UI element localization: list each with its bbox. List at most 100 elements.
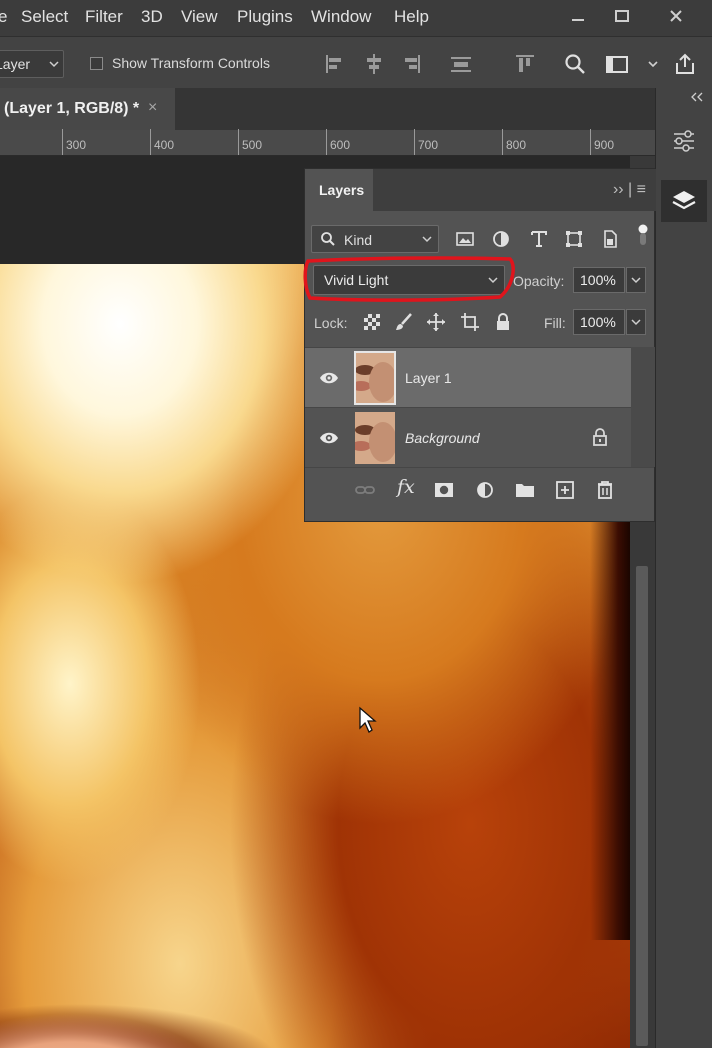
auto-select-label: Layer — [0, 56, 31, 72]
document-tab-label: (Layer 1, RGB/8) * — [4, 100, 140, 117]
show-transform-checkbox[interactable] — [90, 57, 103, 70]
fill-dropdown-button[interactable] — [626, 309, 646, 335]
trash-icon[interactable] — [593, 478, 617, 502]
menu-plugins[interactable]: Plugins — [237, 7, 293, 27]
menu-edit[interactable]: e — [0, 7, 7, 27]
share-icon[interactable] — [672, 51, 698, 77]
layer-row-background[interactable]: Background — [305, 407, 631, 467]
photo-shadow-edge — [590, 456, 630, 940]
mouse-pointer-icon — [359, 706, 377, 733]
search-icon — [321, 232, 335, 246]
layer-name[interactable]: Layer 1 — [405, 370, 452, 386]
menu-window[interactable]: Window — [311, 7, 371, 27]
opacity-dropdown-button[interactable] — [626, 267, 646, 293]
ruler-tick — [590, 129, 591, 155]
distribute-icon[interactable] — [448, 51, 474, 77]
menu-select[interactable]: Select — [21, 7, 68, 27]
sliders-icon — [674, 130, 694, 152]
lock-artboard-icon[interactable] — [459, 311, 481, 333]
menu-help[interactable]: Help — [394, 7, 429, 27]
eye-icon[interactable] — [319, 430, 339, 446]
smart-object-filter-icon[interactable] — [598, 227, 622, 251]
layer-name[interactable]: Background — [405, 430, 480, 446]
search-icon[interactable] — [562, 51, 588, 77]
layer-thumbnail — [355, 412, 395, 464]
ruler-label: 900 — [594, 138, 615, 152]
lock-icon — [593, 428, 607, 446]
document-tab[interactable]: (Layer 1, RGB/8) * × — [0, 88, 175, 130]
chevron-down-icon — [422, 236, 432, 243]
link-icon[interactable] — [353, 478, 377, 502]
menu-filter[interactable]: Filter — [85, 7, 123, 27]
menu-view[interactable]: View — [181, 7, 218, 27]
adjustment-icon[interactable] — [473, 478, 497, 502]
options-bar: Layer Show Transform Controls — [0, 36, 712, 88]
opacity-input[interactable]: 100% — [573, 267, 625, 293]
type-filter-icon[interactable] — [527, 227, 551, 251]
ruler-tick — [62, 129, 63, 155]
collapse-icon[interactable] — [690, 92, 704, 102]
layers-panel-header: Layers ›› | ≡ — [305, 169, 656, 211]
layers-panel-button[interactable] — [661, 180, 707, 222]
ruler-label: 300 — [66, 138, 87, 152]
show-transform-label: Show Transform Controls — [112, 55, 270, 71]
layer-thumbnail — [354, 351, 396, 405]
panel-menu-icon[interactable]: ›› | ≡ — [613, 181, 646, 199]
new-layer-icon[interactable] — [553, 478, 577, 502]
chevron-down-icon[interactable] — [640, 51, 666, 77]
align-top-icon[interactable] — [512, 51, 538, 77]
maximize-icon[interactable] — [600, 2, 644, 30]
eye-icon[interactable] — [319, 370, 339, 386]
highlight-annotation — [303, 256, 515, 302]
mask-icon[interactable] — [432, 478, 456, 502]
auto-select-dropdown[interactable]: Layer — [0, 50, 64, 78]
layer-row-layer-1[interactable]: Layer 1 — [305, 347, 631, 407]
layers-tab-label: Layers — [319, 182, 365, 198]
workspace-icon[interactable] — [604, 51, 630, 77]
layers-tab[interactable]: Layers — [305, 169, 373, 211]
align-center-icon[interactable] — [361, 51, 387, 77]
shape-filter-icon[interactable] — [562, 227, 586, 251]
ruler-label: 500 — [242, 138, 263, 152]
layers-scrollbar[interactable] — [631, 347, 655, 467]
ruler-tick — [150, 129, 151, 155]
ruler-label: 700 — [418, 138, 439, 152]
right-panel-strip — [655, 88, 712, 1048]
layers-icon — [672, 191, 696, 210]
ruler-tick — [414, 129, 415, 155]
pixel-filter-icon[interactable] — [453, 227, 477, 251]
opacity-label: Opacity: — [513, 273, 565, 289]
align-right-icon[interactable] — [398, 51, 424, 77]
horizontal-ruler: 300 400 500 600 700 800 900 — [0, 129, 655, 156]
fx-icon[interactable]: fx — [397, 476, 421, 500]
ruler-label: 400 — [154, 138, 175, 152]
menu-3d[interactable]: 3D — [141, 7, 163, 27]
close-tab-icon[interactable]: × — [148, 99, 157, 117]
lock-all-icon[interactable] — [492, 311, 514, 333]
fill-label: Fill: — [544, 315, 566, 331]
filter-kind-dropdown[interactable]: Kind — [311, 225, 439, 253]
minimize-icon[interactable] — [556, 2, 600, 30]
document-tab-bar: (Layer 1, RGB/8) * × — [0, 88, 655, 130]
close-icon[interactable] — [654, 2, 698, 30]
lock-label: Lock: — [314, 315, 348, 331]
layers-panel-footer: fx — [305, 467, 654, 511]
lock-transparent-icon[interactable] — [361, 311, 383, 333]
scroll-thumb[interactable] — [636, 566, 648, 1046]
ruler-label: 800 — [506, 138, 527, 152]
folder-icon[interactable] — [513, 478, 537, 502]
adjustment-filter-icon[interactable] — [489, 227, 513, 251]
lock-brush-icon[interactable] — [393, 311, 415, 333]
align-left-icon[interactable] — [322, 51, 348, 77]
menu-bar: e Select Filter 3D View Plugins Window H… — [0, 0, 712, 36]
chevron-down-icon — [631, 277, 641, 284]
adjustments-panel-button[interactable] — [661, 120, 707, 162]
ruler-tick — [502, 129, 503, 155]
layers-panel: Layers ›› | ≡ Kind Vivid Light Opacity: … — [304, 168, 656, 522]
chevron-down-icon — [631, 319, 641, 326]
ruler-tick — [326, 129, 327, 155]
fill-input[interactable]: 100% — [573, 309, 625, 335]
ruler-label: 600 — [330, 138, 351, 152]
lock-move-icon[interactable] — [425, 311, 447, 333]
filter-toggle-icon[interactable] — [631, 223, 655, 247]
